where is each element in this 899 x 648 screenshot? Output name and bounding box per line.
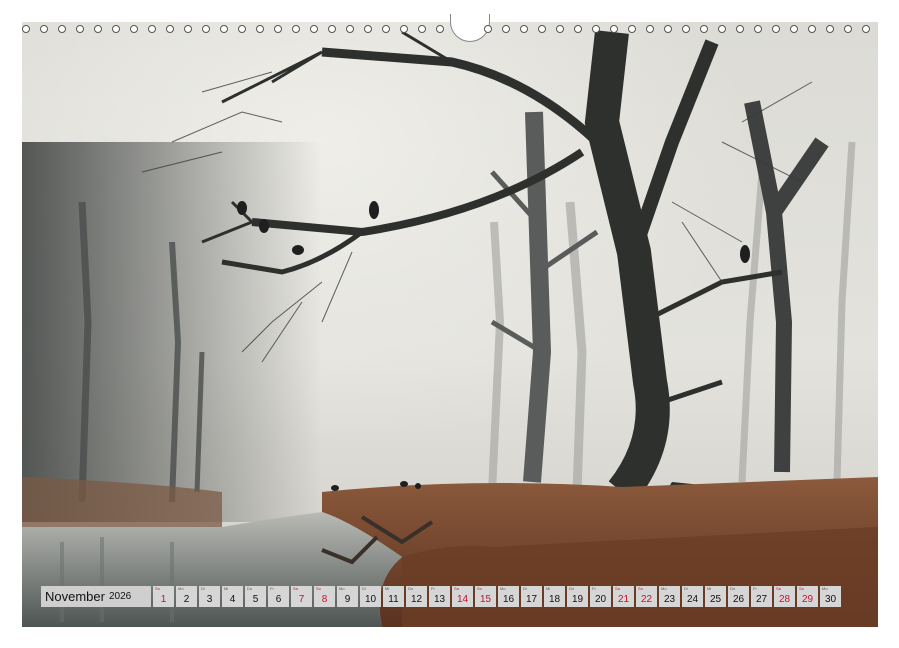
day-number: 14: [456, 594, 469, 605]
day-number: 21: [617, 594, 630, 605]
day-number: 27: [755, 594, 768, 605]
day-of-week: So: [799, 586, 804, 591]
day-number: 16: [502, 594, 515, 605]
day-number: 10: [364, 594, 377, 605]
day-of-week: Fr: [592, 586, 596, 591]
day-of-week: So: [316, 586, 321, 591]
day-number: 29: [801, 594, 814, 605]
day-cell: Sa 28: [774, 586, 795, 607]
day-of-week: Di: [201, 586, 205, 591]
day-number: 12: [410, 594, 423, 605]
day-cell: So 8: [314, 586, 335, 607]
day-cell: Mi 18: [544, 586, 565, 607]
day-cell: Di 3: [199, 586, 220, 607]
day-of-week: Sa: [615, 586, 620, 591]
day-cell: Fr 27: [751, 586, 772, 607]
day-of-week: Mo: [339, 586, 345, 591]
day-of-week: Sa: [454, 586, 459, 591]
day-of-week: Do: [730, 586, 736, 591]
day-cell: Fr 20: [590, 586, 611, 607]
spiral-binding: [22, 14, 878, 42]
day-number: 19: [571, 594, 584, 605]
day-cells: So 1 Mo 2 Di 3 Mi 4 Do 5 Fr 6 Sa 7 So 8 Mo 9 Di 10 Mi 11 Do 12 F…: [153, 586, 841, 607]
day-of-week: Sa: [293, 586, 298, 591]
day-of-week: Do: [247, 586, 253, 591]
month-name: November: [45, 589, 105, 604]
day-number: 11: [388, 594, 399, 605]
day-cell: So 29: [797, 586, 818, 607]
day-of-week: Di: [523, 586, 527, 591]
day-cell: Sa 7: [291, 586, 312, 607]
day-of-week: Di: [362, 586, 366, 591]
day-cell: Mi 4: [222, 586, 243, 607]
day-number: 23: [663, 594, 676, 605]
day-number: 15: [479, 594, 492, 605]
day-cell: Do 19: [567, 586, 588, 607]
day-cell: Mo 9: [337, 586, 358, 607]
day-of-week: So: [638, 586, 643, 591]
day-number: 8: [321, 594, 328, 605]
day-of-week: Mi: [224, 586, 229, 591]
day-number: 3: [206, 594, 213, 605]
day-number: 6: [275, 594, 282, 605]
day-of-week: Mo: [661, 586, 667, 591]
day-number: 13: [433, 594, 446, 605]
day-cell: Mo 23: [659, 586, 680, 607]
day-of-week: Mi: [385, 586, 390, 591]
day-cell: Di 10: [360, 586, 381, 607]
day-of-week: Do: [569, 586, 575, 591]
day-number: 24: [686, 594, 699, 605]
month-label: November 2026: [41, 586, 151, 607]
day-cell: Di 17: [521, 586, 542, 607]
calendar-page: November 2026 So 1 Mo 2 Di 3 Mi 4 Do 5 Fr 6 Sa 7 So 8 Mo…: [0, 0, 899, 648]
day-of-week: Mo: [178, 586, 184, 591]
day-number: 22: [640, 594, 653, 605]
day-cell: Do 26: [728, 586, 749, 607]
day-number: 7: [298, 594, 305, 605]
day-cell: Mo 2: [176, 586, 197, 607]
day-number: 30: [824, 594, 837, 605]
day-of-week: Mi: [707, 586, 712, 591]
calendar-strip: November 2026 So 1 Mo 2 Di 3 Mi 4 Do 5 Fr 6 Sa 7 So 8 Mo…: [41, 586, 857, 607]
day-number: 25: [709, 594, 722, 605]
day-of-week: So: [155, 586, 160, 591]
day-cell: So 1: [153, 586, 174, 607]
day-of-week: Di: [684, 586, 688, 591]
day-cell: Di 24: [682, 586, 703, 607]
day-number: 5: [252, 594, 259, 605]
day-cell: Mi 25: [705, 586, 726, 607]
day-number: 2: [183, 594, 190, 605]
day-number: 20: [594, 594, 607, 605]
day-of-week: So: [477, 586, 482, 591]
day-of-week: Mi: [546, 586, 551, 591]
day-cell: Mo 30: [820, 586, 841, 607]
foggy-forest-photo: [22, 22, 878, 627]
day-cell: Sa 14: [452, 586, 473, 607]
day-number: 28: [778, 594, 791, 605]
day-number: 1: [160, 594, 167, 605]
day-number: 9: [344, 594, 351, 605]
day-cell: Sa 21: [613, 586, 634, 607]
day-cell: Mo 16: [498, 586, 519, 607]
day-number: 4: [229, 594, 236, 605]
day-number: 17: [525, 594, 538, 605]
day-cell: Do 5: [245, 586, 266, 607]
day-of-week: Fr: [753, 586, 757, 591]
day-number: 26: [732, 594, 745, 605]
year-label: 2026: [108, 591, 132, 602]
day-cell: Mi 11: [383, 586, 404, 607]
day-of-week: Mo: [822, 586, 828, 591]
day-of-week: Sa: [776, 586, 781, 591]
day-cell: Fr 13: [429, 586, 450, 607]
day-number: 18: [548, 594, 561, 605]
day-of-week: Do: [408, 586, 414, 591]
day-cell: Do 12: [406, 586, 427, 607]
day-cell: Fr 6: [268, 586, 289, 607]
day-cell: So 22: [636, 586, 657, 607]
day-cell: So 15: [475, 586, 496, 607]
day-of-week: Fr: [431, 586, 435, 591]
day-of-week: Mo: [500, 586, 506, 591]
day-of-week: Fr: [270, 586, 274, 591]
